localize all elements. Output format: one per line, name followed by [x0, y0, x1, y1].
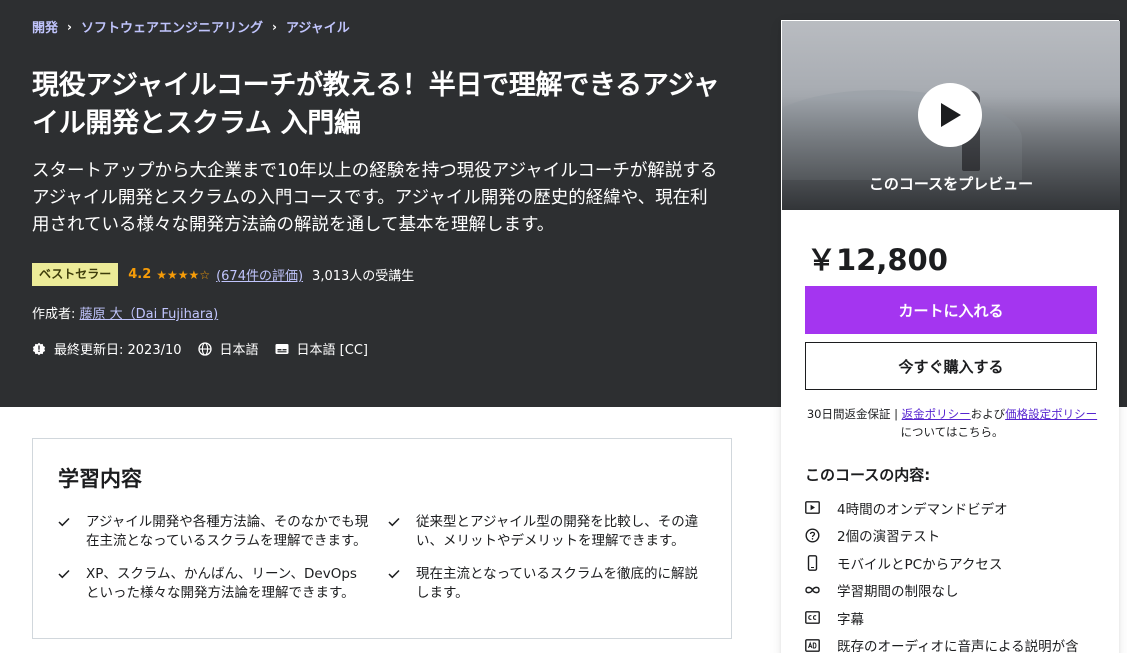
add-to-cart-button[interactable]: カートに入れる: [805, 286, 1097, 334]
learn-item: 従来型とアジャイル型の開発を比較し、その違い、メリットやデメリットを理解できます…: [388, 513, 718, 551]
globe-icon: [197, 341, 212, 356]
includes-item-label: 2個の演習テスト: [837, 529, 941, 546]
play-button[interactable]: [918, 83, 982, 147]
course-preview[interactable]: このコースをプレビュー: [782, 21, 1120, 210]
course-subtitle: スタートアップから大企業まで10年以上の経験を持つ現役アジャイルコーチが解説する…: [32, 161, 718, 235]
what-you-will-learn: 学習内容 アジャイル開発や各種方法論、そのなかでも現在主流となっているスクラムを…: [32, 438, 732, 639]
includes-title: このコースの内容:: [805, 466, 931, 484]
infinity-icon: [805, 586, 820, 594]
guarantee-text: 30日間返金保証 |: [806, 407, 902, 421]
learn-title: 学習内容: [58, 467, 142, 491]
author-link[interactable]: 藤原 大（Dai Fujihara): [80, 307, 219, 322]
includes-item: モバイルとPCからアクセス: [805, 549, 1105, 577]
learn-item: XP、スクラム、かんばん、リーン、DevOpsといった様々な開発方法論を理解でき…: [58, 565, 388, 603]
guarantee-and: および: [970, 407, 1006, 421]
alert-badge-icon: [32, 342, 46, 355]
learn-item-text: XP、スクラム、かんばん、リーン、DevOpsといった様々な開発方法論を理解でき…: [86, 566, 357, 601]
course-meta: 最終更新日: 2023/10 日本語 日本語 [CC]: [32, 339, 384, 358]
audio-description-icon: [805, 638, 820, 652]
includes-item: 学習期間の制限なし: [805, 577, 1105, 605]
language-text: 日本語: [219, 343, 259, 358]
includes-item: 字幕: [805, 604, 1105, 632]
breadcrumb-separator: ›: [271, 19, 277, 34]
learn-grid: アジャイル開発や各種方法論、そのなかでも現在主流となっているスクラムを理解できま…: [58, 513, 718, 603]
guarantee-suffix: についてはこちら。: [900, 425, 1004, 439]
breadcrumb-item-agile[interactable]: アジャイル: [286, 17, 350, 36]
refund-policy-link[interactable]: 返金ポリシー: [902, 407, 971, 421]
bestseller-badge: ベストセラー: [32, 263, 119, 286]
includes-item: 2個の演習テスト: [805, 522, 1105, 550]
quiz-icon: [805, 528, 820, 543]
includes-list: 4時間のオンデマンドビデオ 2個の演習テスト モバイルとPCからアクセス 学習期…: [805, 494, 1105, 653]
check-icon: [388, 569, 400, 579]
course-title: 現役アジャイルコーチが教える！半日で理解できるアジャイル開発とスクラム 入門編: [32, 70, 720, 139]
author-row: 作成者: 藤原 大（Dai Fujihara): [32, 303, 218, 322]
money-back-guarantee: 30日間返金保証 | 返金ポリシーおよび価格設定ポリシーについてはこちら。: [802, 405, 1102, 441]
language: 日本語: [197, 339, 259, 358]
students-count: 3,013人の受講生: [312, 269, 415, 284]
includes-item-label: 字幕: [837, 611, 864, 628]
learn-item: 現在主流となっているスクラムを徹底的に解説します。: [388, 565, 718, 603]
check-icon: [58, 517, 70, 527]
star-rating-icon: ★★★★☆: [156, 267, 211, 282]
captions: 日本語 [CC]: [275, 339, 368, 358]
check-icon: [388, 517, 400, 527]
learn-item-text: アジャイル開発や各種方法論、そのなかでも現在主流となっているスクラムを理解できま…: [86, 514, 369, 549]
preview-label: このコースをプレビュー: [868, 175, 1034, 193]
breadcrumb-item-software-engineering[interactable]: ソフトウェアエンジニアリング: [81, 17, 263, 36]
breadcrumb: 開発 › ソフトウェアエンジニアリング › アジャイル: [32, 17, 350, 37]
last-updated-text: 最終更新日: 2023/10: [54, 343, 182, 358]
includes-item-label: 4時間のオンデマンドビデオ: [837, 501, 1008, 518]
rating-row: ベストセラー 4.2 ★★★★☆ (674件の評価) 3,013人の受講生: [32, 263, 414, 286]
includes-item-label: 既存のオーディオに音声による説明が含: [837, 639, 1079, 653]
buy-now-button[interactable]: 今すぐ購入する: [805, 342, 1097, 390]
captions-icon: [275, 343, 289, 354]
author-prefix: 作成者:: [32, 307, 76, 322]
learn-item-text: 従来型とアジャイル型の開発を比較し、その違い、メリットやデメリットを理解できます…: [416, 514, 699, 549]
mobile-icon: [807, 554, 818, 571]
purchase-sidebar: このコースをプレビュー ￥12,800 カートに入れる 今すぐ購入する 30日間…: [781, 20, 1120, 653]
includes-item-label: モバイルとPCからアクセス: [837, 556, 1003, 573]
learn-item: アジャイル開発や各種方法論、そのなかでも現在主流となっているスクラムを理解できま…: [58, 513, 388, 551]
reviews-link[interactable]: (674件の評価): [216, 265, 303, 284]
learn-item-text: 現在主流となっているスクラムを徹底的に解説します。: [416, 566, 699, 601]
breadcrumb-separator: ›: [67, 19, 72, 34]
includes-item-label: 学習期間の制限なし: [837, 584, 959, 601]
includes-item: 4時間のオンデマンドビデオ: [805, 494, 1105, 522]
check-icon: [58, 569, 70, 579]
rating-number: 4.2: [128, 267, 152, 282]
last-updated: 最終更新日: 2023/10: [32, 339, 182, 358]
video-icon: [805, 501, 820, 515]
play-icon: [941, 103, 961, 127]
breadcrumb-item-development[interactable]: 開発: [32, 17, 58, 36]
course-price: ￥12,800: [807, 243, 948, 277]
captions-icon: [805, 611, 820, 625]
pricing-policy-link[interactable]: 価格設定ポリシー: [1005, 407, 1097, 421]
captions-text: 日本語 [CC]: [296, 343, 368, 358]
includes-item: 既存のオーディオに音声による説明が含: [805, 632, 1105, 653]
